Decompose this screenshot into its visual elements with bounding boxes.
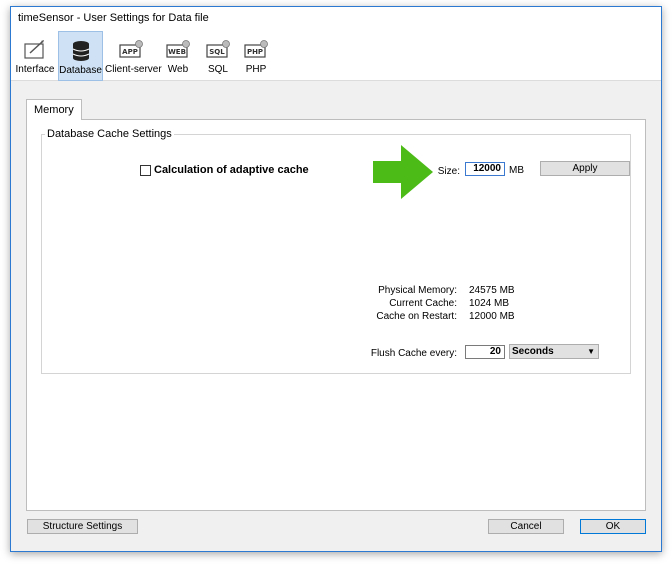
toolbar-label: PHP <box>245 64 267 75</box>
tab-memory-label: Memory <box>34 104 74 116</box>
size-label: Size: <box>437 166 460 177</box>
toolbar-sql[interactable]: SQL SQL <box>203 31 233 81</box>
php-icon: PHP <box>244 40 268 58</box>
php-badge: PHP <box>247 48 263 56</box>
window-title: timeSensor - User Settings for Data file <box>18 12 209 24</box>
web-badge: WEB <box>168 48 186 56</box>
toolbar-web[interactable]: WEB Web <box>163 31 193 81</box>
toolbar-database[interactable]: Database <box>58 31 103 81</box>
sql-icon: SQL <box>206 40 230 58</box>
database-icon <box>72 41 89 61</box>
toolbar-label: Web <box>167 64 189 75</box>
toolbar-php[interactable]: PHP PHP <box>241 31 271 81</box>
ok-button[interactable]: OK <box>580 519 646 534</box>
structure-settings-button[interactable]: Structure Settings <box>27 519 138 534</box>
toolbar-client-server[interactable]: APP Client-server <box>105 31 162 81</box>
physical-memory-value: 24575 MB <box>469 285 515 296</box>
settings-window: timeSensor - User Settings for Data file… <box>10 6 662 552</box>
adaptive-cache-checkbox[interactable] <box>140 164 151 176</box>
adaptive-cache-option[interactable]: Calculation of adaptive cache <box>140 164 309 176</box>
flush-label: Flush Cache every: <box>370 348 457 359</box>
toolbar-label: Interface <box>15 64 55 75</box>
toolbar-interface[interactable]: Interface <box>15 31 55 81</box>
toolbar-label: SQL <box>207 64 228 75</box>
cancel-button[interactable]: Cancel <box>488 519 564 534</box>
memory-panel: Calculation of adaptive cache Size: 1200… <box>26 119 646 511</box>
size-input[interactable]: 12000 <box>465 162 505 176</box>
toolbar-label: Client-server <box>105 64 162 75</box>
app-icon: APP <box>119 40 143 58</box>
flush-unit-value: Seconds <box>512 346 554 357</box>
current-cache-label: Current Cache: <box>389 298 457 309</box>
flush-input[interactable]: 20 <box>465 345 505 359</box>
cache-restart-value: 12000 MB <box>469 311 515 322</box>
group-title: Database Cache Settings <box>45 128 174 140</box>
sql-badge: SQL <box>209 48 225 56</box>
size-unit: MB <box>509 165 524 176</box>
adaptive-cache-label: Calculation of adaptive cache <box>154 164 309 176</box>
chevron-down-icon: ▼ <box>587 347 595 356</box>
title-bar: timeSensor - User Settings for Data file <box>11 7 661 31</box>
physical-memory-label: Physical Memory: <box>378 285 457 296</box>
tab-memory[interactable]: Memory <box>26 99 82 120</box>
toolbar-label: Database <box>59 65 102 76</box>
cache-restart-label: Cache on Restart: <box>376 311 457 322</box>
web-icon: WEB <box>166 40 190 58</box>
cache-settings-group: Calculation of adaptive cache Size: 1200… <box>41 134 631 374</box>
apply-button[interactable]: Apply <box>540 161 630 176</box>
interface-icon <box>24 40 44 59</box>
toolbar: Interface Database APP Client-server WEB… <box>11 31 661 81</box>
current-cache-value: 1024 MB <box>469 298 510 309</box>
flush-unit-select[interactable]: Seconds ▼ <box>509 344 599 359</box>
app-badge: APP <box>122 48 138 56</box>
